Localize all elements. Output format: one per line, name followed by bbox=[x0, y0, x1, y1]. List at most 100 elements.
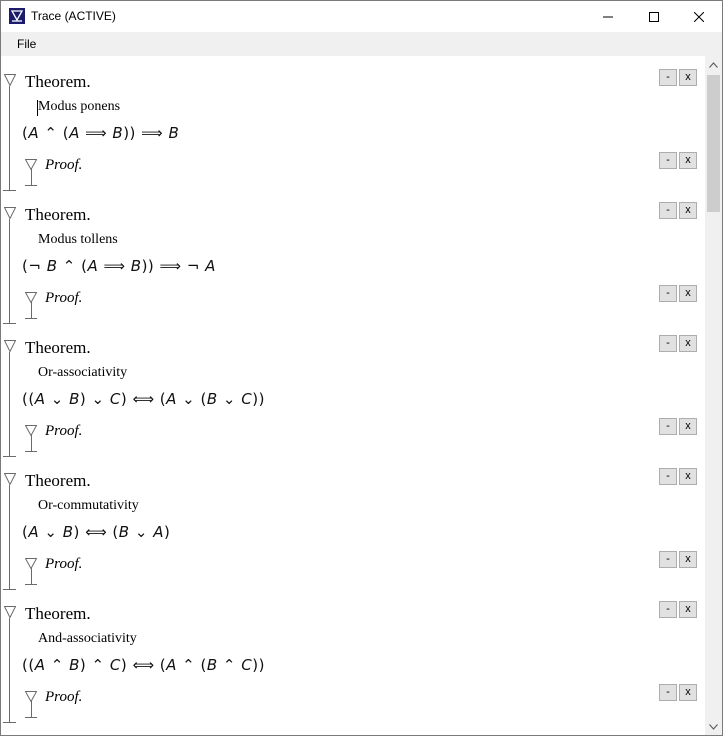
theorem-formula[interactable]: ((A ⌃ B) ⌃ C) ⟺ (A ⌃ (B ⌃ C)) bbox=[22, 656, 265, 674]
fold-triangle-icon[interactable] bbox=[4, 340, 16, 352]
formula-token: ⌃ ( bbox=[176, 656, 207, 674]
title-bar[interactable]: Trace (ACTIVE) bbox=[1, 1, 722, 32]
proof-bracket-line bbox=[31, 435, 32, 451]
maximize-button[interactable] bbox=[631, 1, 677, 32]
delete-theorem-button[interactable]: x bbox=[679, 468, 697, 485]
proof-label[interactable]: Proof. bbox=[45, 556, 82, 573]
collapse-proof-button[interactable]: - bbox=[659, 551, 677, 568]
delete-proof-button[interactable]: x bbox=[679, 152, 697, 169]
theorem-heading: Theorem. bbox=[25, 205, 91, 224]
formula-variable: B bbox=[206, 390, 218, 408]
theorem-block: Theorem. - x And-associativity ((A ⌃ B) … bbox=[1, 588, 705, 723]
formula-token: ⌃ bbox=[217, 656, 242, 674]
theorem-document[interactable]: Theorem. - x Modus ponens (A ⌃ (A ⟹ B)) … bbox=[1, 56, 705, 735]
scroll-up-arrow-icon[interactable] bbox=[705, 56, 722, 73]
formula-variable: C bbox=[241, 390, 253, 408]
fold-triangle-icon[interactable] bbox=[4, 473, 16, 485]
formula-token: ⌄ ( bbox=[176, 390, 207, 408]
proof-label[interactable]: Proof. bbox=[45, 423, 82, 440]
fold-bracket-line bbox=[9, 485, 10, 590]
proof-label[interactable]: Proof. bbox=[45, 157, 82, 174]
formula-token: ⌄ bbox=[129, 523, 154, 541]
theorem-formula[interactable]: (A ⌃ (A ⟹ B)) ⟹ B bbox=[22, 124, 179, 142]
formula-variable: C bbox=[109, 656, 121, 674]
collapse-proof-button[interactable]: - bbox=[659, 152, 677, 169]
menu-file[interactable]: File bbox=[9, 36, 44, 52]
fold-triangle-icon[interactable] bbox=[4, 207, 16, 219]
theorem-heading: Theorem. bbox=[25, 471, 91, 490]
scrollbar-thumb[interactable] bbox=[707, 75, 720, 212]
formula-token: ) bbox=[163, 523, 171, 541]
formula-token: )) ⟹ bbox=[123, 124, 169, 142]
theorem-name[interactable]: And-associativity bbox=[38, 631, 137, 647]
delete-proof-button[interactable]: x bbox=[679, 285, 697, 302]
collapse-theorem-button[interactable]: - bbox=[659, 601, 677, 618]
theorem-name[interactable]: Modus tollens bbox=[38, 232, 118, 248]
fold-bracket-line bbox=[9, 86, 10, 191]
delete-theorem-button[interactable]: x bbox=[679, 335, 697, 352]
formula-variable: B bbox=[112, 124, 124, 142]
collapse-proof-button[interactable]: - bbox=[659, 285, 677, 302]
formula-variable: B bbox=[69, 390, 80, 408]
theorem-block: Theorem. - x Or-associativity ((A ⌄ B) ⌄… bbox=[1, 322, 705, 457]
fold-triangle-icon[interactable] bbox=[4, 74, 16, 86]
theorem-formula[interactable]: ((A ⌄ B) ⌄ C) ⟺ (A ⌄ (B ⌄ C)) bbox=[22, 390, 265, 408]
collapse-proof-button[interactable]: - bbox=[659, 418, 677, 435]
delete-theorem-button[interactable]: x bbox=[679, 69, 697, 86]
fold-bracket-line bbox=[9, 352, 10, 457]
formula-token: ⌃ ( bbox=[57, 257, 88, 275]
fold-bracket-line bbox=[9, 219, 10, 324]
formula-token: ⌄ bbox=[217, 390, 242, 408]
proof-bracket-foot bbox=[25, 451, 37, 452]
fold-bracket-foot bbox=[3, 722, 16, 723]
delete-proof-button[interactable]: x bbox=[679, 551, 697, 568]
proof-bracket-line bbox=[31, 568, 32, 584]
theorem-name[interactable]: Or-commutativity bbox=[38, 498, 139, 514]
formula-token: (¬ bbox=[22, 257, 47, 275]
theorem-heading: Theorem. bbox=[25, 72, 91, 91]
collapse-theorem-button[interactable]: - bbox=[659, 335, 677, 352]
formula-token: ⌄ bbox=[45, 390, 70, 408]
theorem-formula[interactable]: (A ⌄ B) ⟺ (B ⌄ A) bbox=[22, 523, 170, 541]
formula-variable: A bbox=[28, 523, 40, 541]
delete-theorem-button[interactable]: x bbox=[679, 202, 697, 219]
formula-variable: A bbox=[205, 257, 216, 275]
formula-variable: A bbox=[28, 124, 40, 142]
formula-token: ⟹ bbox=[98, 257, 131, 275]
minimize-button[interactable] bbox=[585, 1, 631, 32]
theorem-name[interactable]: Modus ponens bbox=[38, 99, 120, 115]
menu-bar: File bbox=[1, 32, 722, 56]
formula-token: )) ⟹ ¬ bbox=[141, 257, 206, 275]
delete-proof-button[interactable]: x bbox=[679, 684, 697, 701]
proof-bracket-line bbox=[31, 169, 32, 185]
scroll-down-arrow-icon[interactable] bbox=[705, 718, 722, 735]
formula-token: ⌃ ( bbox=[39, 124, 70, 142]
theorem-name[interactable]: Or-associativity bbox=[38, 365, 127, 381]
proof-bracket-foot bbox=[25, 185, 37, 186]
proof-bracket-line bbox=[31, 302, 32, 318]
theorem-block: Theorem. - x Or-commutativity (A ⌄ B) ⟺ … bbox=[1, 455, 705, 590]
proof-label[interactable]: Proof. bbox=[45, 689, 82, 706]
vertical-scrollbar[interactable] bbox=[705, 56, 722, 735]
fold-triangle-icon[interactable] bbox=[4, 606, 16, 618]
theorem-formula[interactable]: (¬ B ⌃ (A ⟹ B)) ⟹ ¬ A bbox=[22, 257, 216, 275]
formula-variable: B bbox=[62, 523, 74, 541]
close-button[interactable] bbox=[676, 1, 722, 32]
formula-token: ⌄ bbox=[39, 523, 63, 541]
formula-token: ) ⟺ ( bbox=[73, 523, 119, 541]
proof-label[interactable]: Proof. bbox=[45, 290, 82, 307]
collapse-theorem-button[interactable]: - bbox=[659, 69, 677, 86]
formula-variable: A bbox=[34, 390, 46, 408]
delete-theorem-button[interactable]: x bbox=[679, 601, 697, 618]
formula-variable: A bbox=[34, 656, 46, 674]
collapse-theorem-button[interactable]: - bbox=[659, 468, 677, 485]
delete-proof-button[interactable]: x bbox=[679, 418, 697, 435]
collapse-theorem-button[interactable]: - bbox=[659, 202, 677, 219]
collapse-proof-button[interactable]: - bbox=[659, 684, 677, 701]
formula-variable: B bbox=[130, 257, 142, 275]
formula-token: ) ⌃ bbox=[79, 656, 110, 674]
formula-variable: B bbox=[168, 124, 180, 142]
theorem-block: Theorem. - x Modus tollens (¬ B ⌃ (A ⟹ B… bbox=[1, 189, 705, 324]
formula-variable: A bbox=[87, 257, 99, 275]
formula-token: (( bbox=[22, 390, 35, 408]
